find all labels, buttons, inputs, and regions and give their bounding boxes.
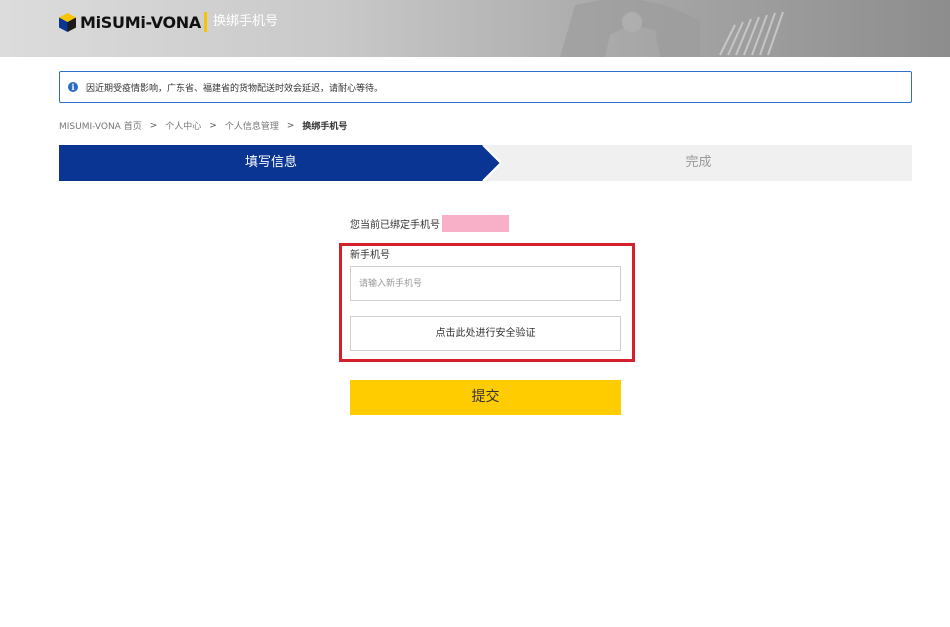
site-header: MiSUMi-VONA 换绑手机号: [0, 0, 950, 57]
breadcrumb-personal-info[interactable]: 个人信息管理: [225, 119, 279, 132]
current-phone-row: 您当前已绑定手机号: [350, 215, 509, 232]
step-complete: 完成: [685, 155, 712, 170]
breadcrumb-separator: >: [209, 120, 217, 131]
step-fill-info: 填写信息: [244, 155, 297, 170]
notice-text: 因近期受疫情影响，广东省、福建省的货物配送时效会延迟，请耐心等待。: [86, 83, 384, 94]
masked-phone-number: [442, 215, 509, 232]
current-phone-label: 您当前已绑定手机号: [350, 220, 440, 231]
info-icon: i: [68, 82, 78, 92]
breadcrumb: MISUMI-VONA 首页 > 个人中心 > 个人信息管理 > 换绑手机号: [59, 119, 348, 133]
step-progress: 填写信息 完成: [59, 145, 912, 181]
security-verify-button[interactable]: 点击此处进行安全验证: [350, 316, 621, 351]
breadcrumb-home[interactable]: MISUMI-VONA 首页: [59, 119, 142, 132]
notice-banner: i 因近期受疫情影响，广东省、福建省的货物配送时效会延迟，请耐心等待。: [59, 71, 912, 103]
new-phone-input[interactable]: [350, 266, 621, 301]
breadcrumb-personal-center[interactable]: 个人中心: [165, 119, 201, 132]
new-phone-label: 新手机号: [350, 250, 390, 261]
breadcrumb-separator: >: [149, 120, 158, 131]
submit-button[interactable]: 提交: [350, 380, 621, 415]
breadcrumb-current: 换绑手机号: [302, 122, 348, 132]
logo-text: MiSUMi-VONA: [80, 12, 201, 32]
header-page-title: 换绑手机号: [204, 12, 278, 32]
breadcrumb-separator: >: [286, 120, 295, 131]
logo-cube-icon: [59, 12, 76, 32]
misumi-logo[interactable]: MiSUMi-VONA: [59, 11, 201, 33]
